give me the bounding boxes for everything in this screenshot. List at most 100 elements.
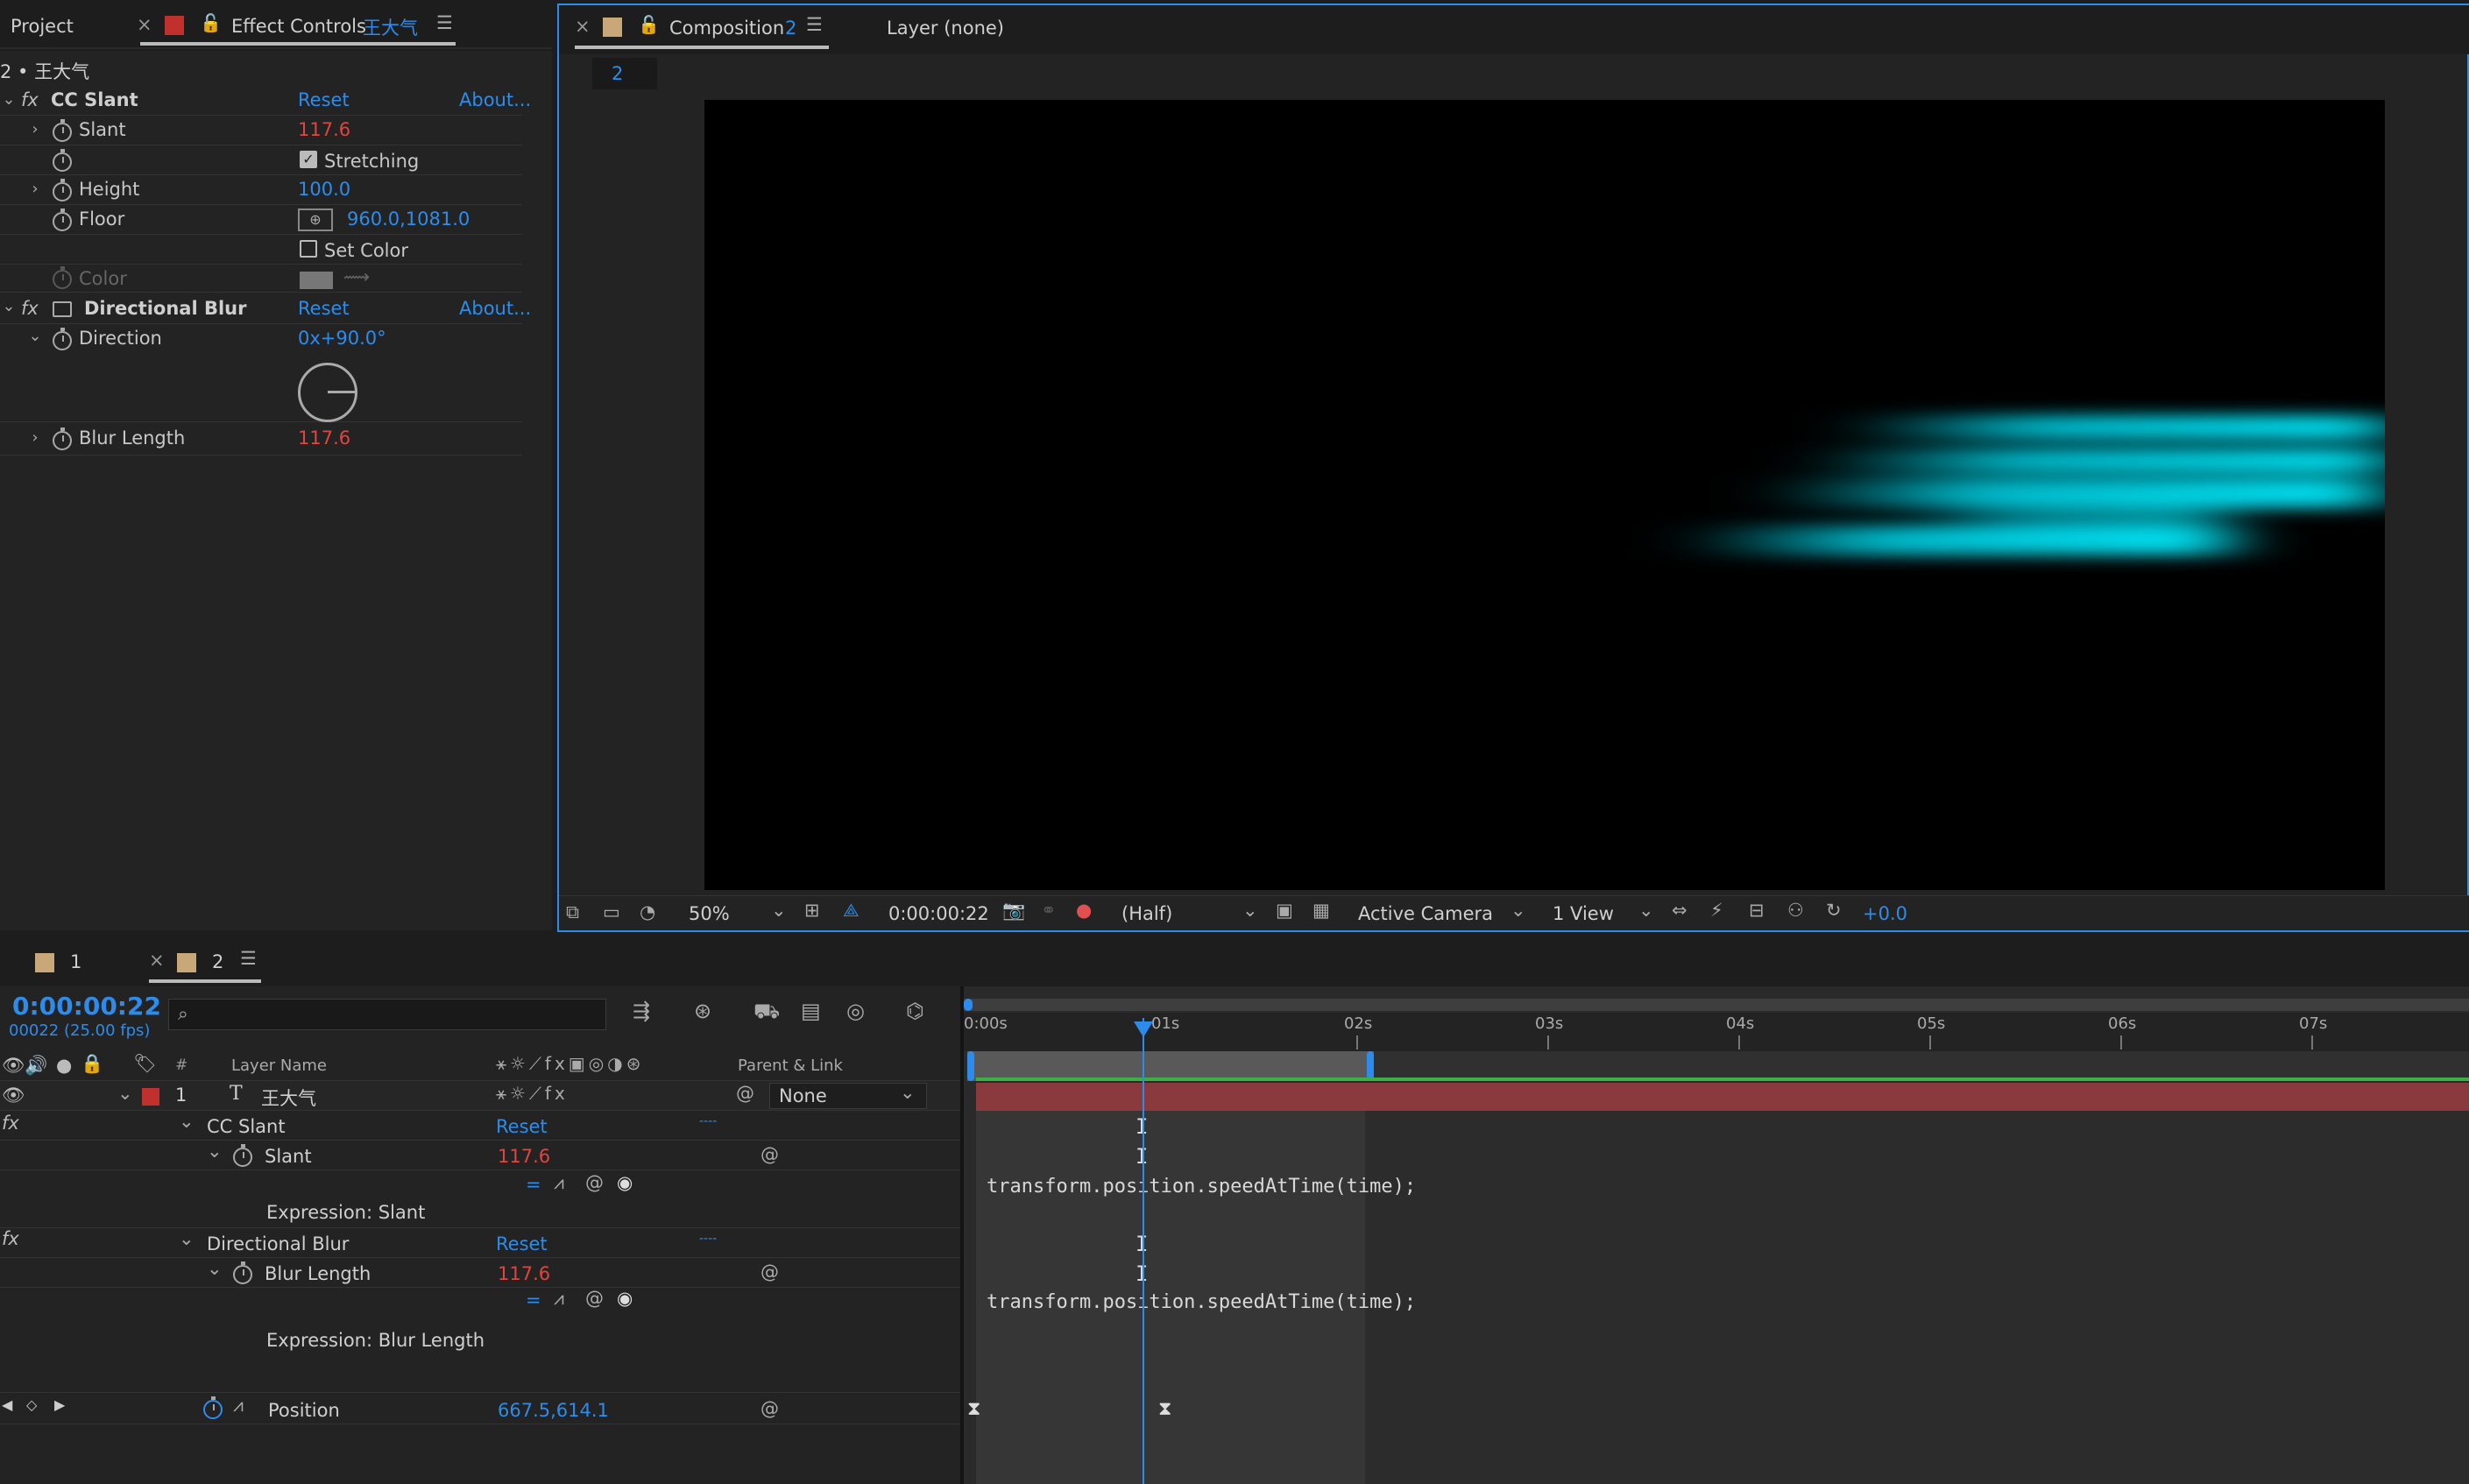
show-snapshot-icon[interactable]: ⚭ — [1041, 900, 1057, 921]
label-tag-icon[interactable]: 🏷 — [133, 1053, 157, 1075]
prop-value[interactable]: 117.6 — [498, 1263, 550, 1284]
expression-language-menu-icon[interactable]: ◉ — [617, 1288, 633, 1309]
graph-editor-icon[interactable]: ⌬ — [906, 999, 924, 1023]
chevron-down-icon[interactable]: ⌄ — [1510, 900, 1526, 921]
expression-language-menu-icon[interactable]: ◉ — [617, 1172, 633, 1193]
stopwatch-icon[interactable] — [233, 1261, 252, 1284]
color-channels-icon[interactable]: ● — [1076, 900, 1092, 921]
panel-menu-icon[interactable]: ☰ — [806, 14, 823, 35]
reset-button[interactable]: Reset — [496, 1233, 548, 1254]
stretching-checkbox[interactable]: ✓ — [300, 151, 317, 168]
chevron-down-icon[interactable]: ⌄ — [771, 900, 787, 921]
prop-value[interactable]: 667.5,614.1 — [498, 1400, 609, 1421]
tab-composition[interactable]: Composition — [669, 18, 784, 39]
playhead[interactable] — [1143, 1018, 1144, 1484]
tab-effect-layer-name[interactable]: 王大气 — [363, 14, 418, 40]
set-color-checkbox[interactable] — [300, 240, 317, 258]
tab-comp-name[interactable]: 2 — [785, 18, 796, 39]
region-of-interest-icon[interactable]: ▣ — [1276, 900, 1293, 921]
chevron-down-icon[interactable]: ⌄ — [0, 91, 18, 109]
tab-timeline-1[interactable]: 1 — [70, 951, 81, 972]
chevron-down-icon[interactable]: ⌄ — [207, 1141, 223, 1162]
layer-row[interactable]: 👁 ⌄ 1 T 王大气 ⚹☼⟋fx @ None ⌄ — [0, 1081, 960, 1111]
panel-menu-icon[interactable]: ☰ — [240, 948, 257, 969]
layer-name[interactable]: 王大气 — [261, 1085, 316, 1111]
stopwatch-icon[interactable] — [53, 149, 72, 172]
tab-layer[interactable]: Layer (none) — [887, 18, 1004, 39]
pickwhip-icon[interactable]: @ — [736, 1083, 754, 1104]
chevron-down-icon[interactable]: ⌄ — [179, 1228, 195, 1249]
stopwatch-icon[interactable] — [53, 179, 72, 201]
label-color-swatch[interactable] — [142, 1088, 159, 1106]
safe-area-icon[interactable]: ⟁ — [843, 900, 860, 922]
expression-keyframe-icon[interactable]: I — [1135, 1263, 1148, 1284]
prop-value[interactable]: 0x+90.0° — [298, 328, 386, 349]
prop-value[interactable]: 100.0 — [298, 179, 350, 200]
lock-icon[interactable]: 🔓 — [638, 14, 660, 35]
close-icon[interactable]: × — [149, 950, 165, 971]
pickwhip-icon[interactable]: @ — [585, 1288, 604, 1309]
effect-row-directional-blur[interactable]: fx ⌄ Directional Blur Reset ---- — [0, 1228, 960, 1258]
layer-duration-bar[interactable] — [976, 1083, 2469, 1111]
reset-button[interactable]: Reset — [298, 298, 350, 319]
tab-project[interactable]: Project — [11, 16, 74, 37]
views-select[interactable]: 1 View — [1553, 903, 1614, 924]
parent-select[interactable]: None ⌄ — [769, 1082, 927, 1109]
lock-icon[interactable]: 🔓 — [200, 12, 222, 33]
pickwhip-icon[interactable]: @ — [585, 1172, 604, 1193]
chevron-right-icon[interactable]: › — [26, 121, 44, 138]
prop-value[interactable]: 117.6 — [498, 1146, 550, 1167]
work-area-bar[interactable] — [967, 1051, 1374, 1081]
expression-field-blur-length[interactable]: transform.position.speedAtTime(time); — [987, 1291, 1416, 1313]
navigator-start-handle[interactable] — [964, 999, 973, 1011]
comp-viewer-canvas[interactable] — [704, 100, 2385, 890]
stopwatch-icon[interactable] — [53, 328, 72, 350]
comp-mini-flowchart-icon[interactable]: ⇶ — [633, 999, 650, 1023]
stopwatch-icon[interactable] — [53, 428, 72, 450]
fast-preview-icon[interactable]: ⚡ — [1710, 900, 1723, 921]
stopwatch-icon[interactable] — [53, 119, 72, 142]
prop-value[interactable]: 960.0,1081.0 — [347, 208, 470, 230]
chevron-down-icon[interactable]: ⌄ — [1638, 900, 1654, 921]
eye-icon[interactable]: 👁 — [2, 1085, 25, 1106]
effect-row-cc-slant[interactable]: ⌄ fx CC Slant Reset About... — [0, 86, 531, 116]
expression-keyframe-icon[interactable]: I — [1135, 1146, 1148, 1167]
comp-breadcrumb[interactable]: 2 — [592, 58, 657, 89]
expression-enable-icon[interactable]: = — [526, 1290, 541, 1311]
close-icon[interactable]: × — [137, 14, 152, 35]
effect-row-cc-slant[interactable]: fx ⌄ CC Slant Reset ---- — [0, 1111, 960, 1141]
graph-icon[interactable]: ⩘ — [554, 1288, 564, 1310]
chevron-down-icon[interactable]: ⌄ — [0, 298, 18, 315]
expression-field-slant[interactable]: transform.position.speedAtTime(time); — [987, 1176, 1416, 1198]
about-button[interactable]: About... — [459, 89, 531, 110]
chevron-down-icon[interactable]: ⌄ — [26, 328, 44, 345]
pickwhip-icon[interactable]: @ — [761, 1144, 779, 1165]
zoom-select[interactable]: 50% — [689, 903, 730, 924]
chevron-right-icon[interactable]: › — [26, 429, 44, 447]
column-layer-name[interactable]: Layer Name — [231, 1056, 327, 1075]
solo-icon[interactable]: ● — [56, 1055, 72, 1076]
stopwatch-icon[interactable] — [233, 1144, 252, 1167]
work-area-start[interactable] — [967, 1051, 974, 1081]
reset-button[interactable]: Reset — [496, 1116, 548, 1137]
pickwhip-icon[interactable]: @ — [761, 1398, 779, 1419]
snapshot-camera-icon[interactable]: 📷 — [1002, 900, 1025, 922]
always-preview-icon[interactable]: ⧉ — [566, 901, 579, 923]
keyframe-marker[interactable]: ⧗ — [967, 1398, 980, 1420]
toggle-pixel-aspect-icon[interactable]: ⇔ — [1672, 900, 1687, 921]
layer-switches[interactable]: ⚹☼⟋fx — [496, 1083, 569, 1104]
prop-value[interactable]: 117.6 — [298, 428, 350, 449]
chevron-down-icon[interactable]: ⌄ — [117, 1083, 133, 1104]
panel-menu-icon[interactable]: ☰ — [436, 12, 453, 33]
mask-icon[interactable]: ◔ — [640, 901, 655, 922]
stopwatch-active-icon[interactable] — [203, 1396, 223, 1419]
expression-keyframe-icon[interactable]: I — [1135, 1116, 1148, 1137]
resolution-select[interactable]: (Half) — [1121, 903, 1172, 924]
expression-keyframe-icon[interactable]: I — [1135, 1233, 1148, 1254]
chevron-down-icon[interactable]: ⌄ — [179, 1111, 195, 1132]
lock-icon[interactable]: 🔒 — [81, 1053, 103, 1075]
angle-dial[interactable] — [298, 363, 357, 422]
keyframe-marker[interactable]: ⧗ — [1158, 1398, 1171, 1420]
eye-icon[interactable]: 👁 — [2, 1055, 25, 1077]
time-ruler[interactable] — [964, 1013, 2469, 1051]
